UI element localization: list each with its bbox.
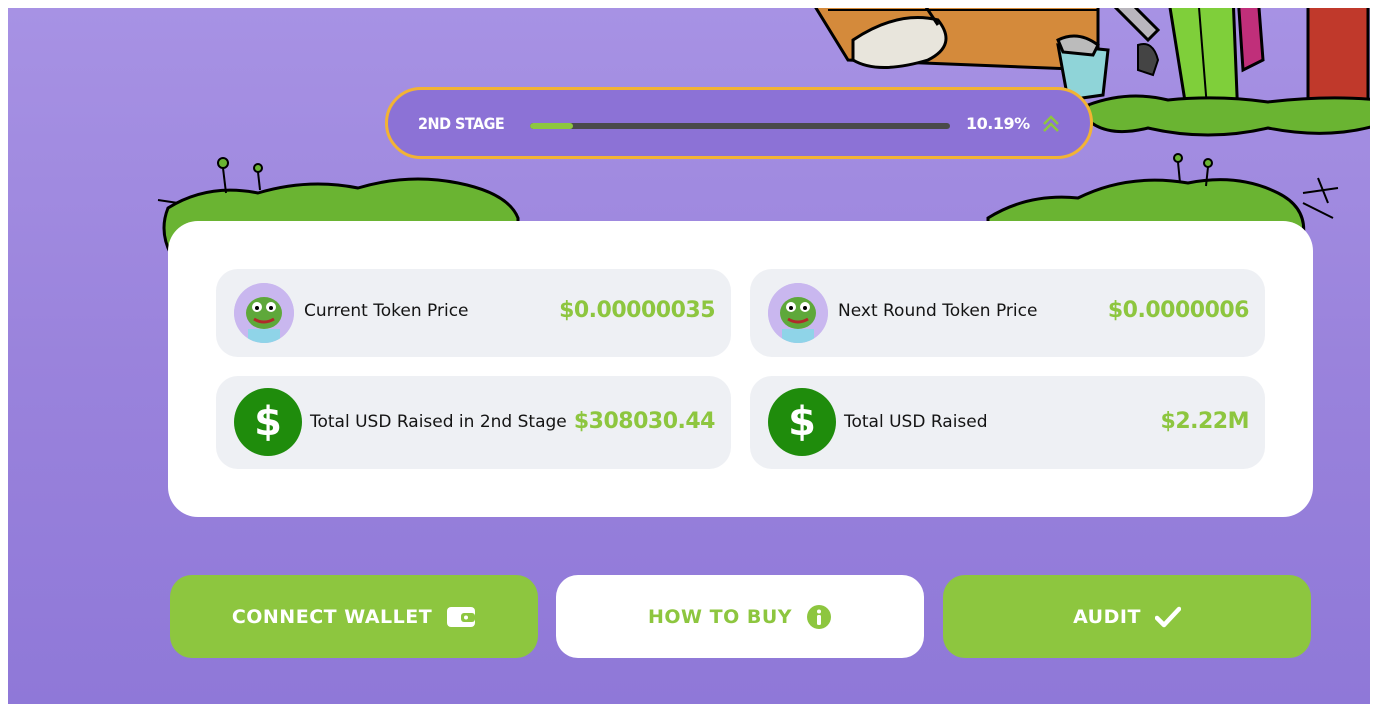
current-token-price-value: $0.00000035	[559, 298, 715, 323]
progress-fill	[530, 123, 573, 129]
progress-percentage: 10.19%	[966, 114, 1030, 133]
pepe-avatar-icon	[768, 283, 828, 343]
progress-track	[530, 123, 950, 129]
audit-label: AUDIT	[1073, 605, 1141, 628]
next-round-token-price-row: Next Round Token Price $0.0000006	[750, 269, 1265, 357]
dollar-icon: $	[234, 388, 302, 456]
stage-usd-raised-label: Total USD Raised in 2nd Stage	[310, 412, 567, 432]
stats-card: Current Token Price $0.00000035 Next Rou…	[168, 221, 1313, 517]
stage-usd-raised-value: $308030.44	[573, 409, 716, 434]
total-usd-raised-value: $2.22M	[1160, 409, 1250, 434]
presale-widget: Current Token Price $0.00000035 Next Rou…	[8, 8, 1370, 704]
stage-usd-raised-row: $ Total USD Raised in 2nd Stage $308030.…	[216, 376, 731, 469]
current-token-price-label: Current Token Price	[304, 301, 469, 321]
double-chevron-up-icon[interactable]	[1042, 114, 1060, 134]
next-round-token-price-label: Next Round Token Price	[838, 301, 1038, 321]
stage-label: 2ND STAGE	[418, 114, 505, 133]
dollar-icon: $	[768, 388, 836, 456]
total-usd-raised-row: $ Total USD Raised $2.22M	[750, 376, 1265, 469]
next-round-token-price-value: $0.0000006	[1107, 298, 1250, 323]
wallet-icon	[447, 606, 476, 627]
how-to-buy-button[interactable]: HOW TO BUY	[556, 575, 924, 658]
audit-button[interactable]: AUDIT	[943, 575, 1311, 658]
current-token-price-row: Current Token Price $0.00000035	[216, 269, 731, 357]
how-to-buy-label: HOW TO BUY	[647, 605, 793, 628]
connect-wallet-label: CONNECT WALLET	[231, 605, 433, 628]
stage-progress-bar[interactable]: 2ND STAGE 10.19%	[385, 87, 1093, 159]
total-usd-raised-label: Total USD Raised	[844, 412, 988, 432]
pepe-avatar-icon	[234, 283, 294, 343]
info-icon	[807, 604, 832, 629]
checkmark-icon	[1154, 606, 1181, 627]
connect-wallet-button[interactable]: CONNECT WALLET	[170, 575, 538, 658]
